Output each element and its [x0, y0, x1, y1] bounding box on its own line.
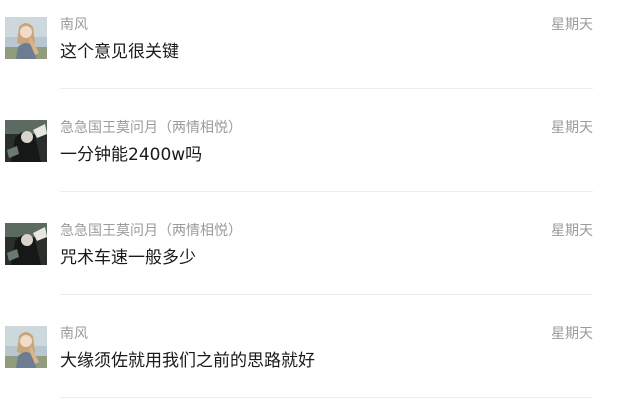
message-list: 南风 星期天 这个意见很关键 急急国王莫问月（两情相悦） 星期天 一分钟能240… [0, 0, 630, 414]
message-text: 这个意见很关键 [60, 42, 179, 62]
divider [60, 397, 593, 398]
message-item[interactable]: 急急国王莫问月（两情相悦） 星期天 一分钟能2400w吗 [0, 105, 630, 208]
divider [60, 88, 593, 89]
divider [60, 294, 593, 295]
message-text: 大缘须佐就用我们之前的思路就好 [60, 351, 315, 371]
message-text: 咒术车速一般多少 [60, 248, 196, 268]
message-item[interactable]: 南风 星期天 这个意见很关键 [0, 2, 630, 105]
dark-character-avatar-icon[interactable] [5, 120, 47, 162]
sender-name: 急急国王莫问月（两情相悦） [60, 223, 242, 239]
message-timestamp: 星期天 [551, 223, 593, 239]
message-text: 一分钟能2400w吗 [60, 145, 203, 165]
message-item[interactable]: 南风 星期天 大缘须佐就用我们之前的思路就好 [0, 311, 630, 414]
message-timestamp: 星期天 [551, 120, 593, 136]
message-item[interactable]: 急急国王莫问月（两情相悦） 星期天 咒术车速一般多少 [0, 208, 630, 311]
message-timestamp: 星期天 [551, 326, 593, 342]
anime-girl-avatar-icon[interactable] [5, 17, 47, 59]
sender-name: 南风 [60, 17, 88, 33]
anime-girl-avatar-icon[interactable] [5, 326, 47, 368]
divider [60, 191, 593, 192]
sender-name: 南风 [60, 326, 88, 342]
sender-name: 急急国王莫问月（两情相悦） [60, 120, 242, 136]
dark-character-avatar-icon[interactable] [5, 223, 47, 265]
message-timestamp: 星期天 [551, 17, 593, 33]
